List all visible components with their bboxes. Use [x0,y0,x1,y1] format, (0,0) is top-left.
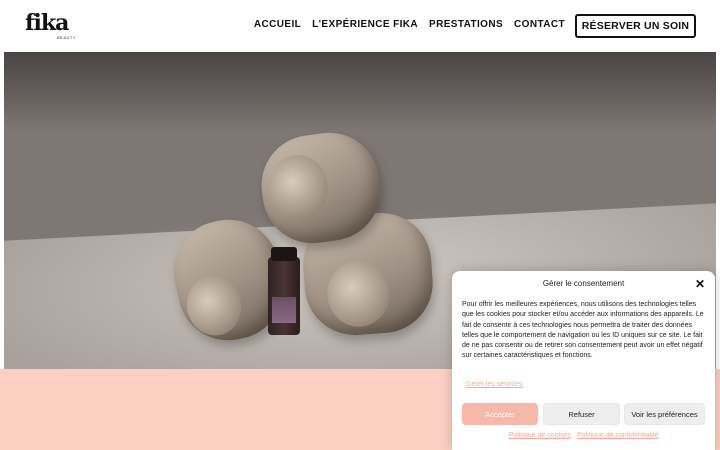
view-preferences-button[interactable]: Voir les préférences [624,403,705,425]
manage-services-link[interactable]: Gérer les services [466,381,522,388]
close-icon[interactable]: ✕ [695,278,705,290]
site-header: fika BEAUTY ACCUEIL L'EXPÉRIENCE FIKA PR… [0,0,720,52]
fika-logo[interactable]: fika BEAUTY [25,11,81,41]
consent-body-text: Pour offrir les meilleures expériences, … [462,301,704,360]
consent-title: Gérer le consentement [542,279,625,288]
nav-contact[interactable]: CONTACT [514,19,565,30]
refuse-button[interactable]: Refuser [543,403,620,425]
policy-links: Politique de cookies Politique de confid… [452,432,715,439]
logo-subtext: BEAUTY [57,35,77,40]
nav-experience-fika[interactable]: L'EXPÉRIENCE FIKA [312,19,418,30]
privacy-policy-link[interactable]: Politique de confidentialité [577,432,658,439]
accept-button[interactable]: Accepter [462,403,538,425]
book-treatment-button[interactable]: RÉSERVER UN SOIN [575,14,696,38]
cookie-consent-panel: Gérer le consentement ✕ Pour offrir les … [452,271,715,450]
hero-background-shade [4,52,716,132]
main-nav: ACCUEIL L'EXPÉRIENCE FIKA PRESTATIONS CO… [254,19,565,30]
logo-wordmark: fika [25,10,69,36]
essential-oil-bottle [268,247,300,335]
nav-prestations[interactable]: PRESTATIONS [429,19,503,30]
nav-accueil[interactable]: ACCUEIL [254,19,301,30]
cookie-policy-link[interactable]: Politique de cookies [509,432,571,439]
